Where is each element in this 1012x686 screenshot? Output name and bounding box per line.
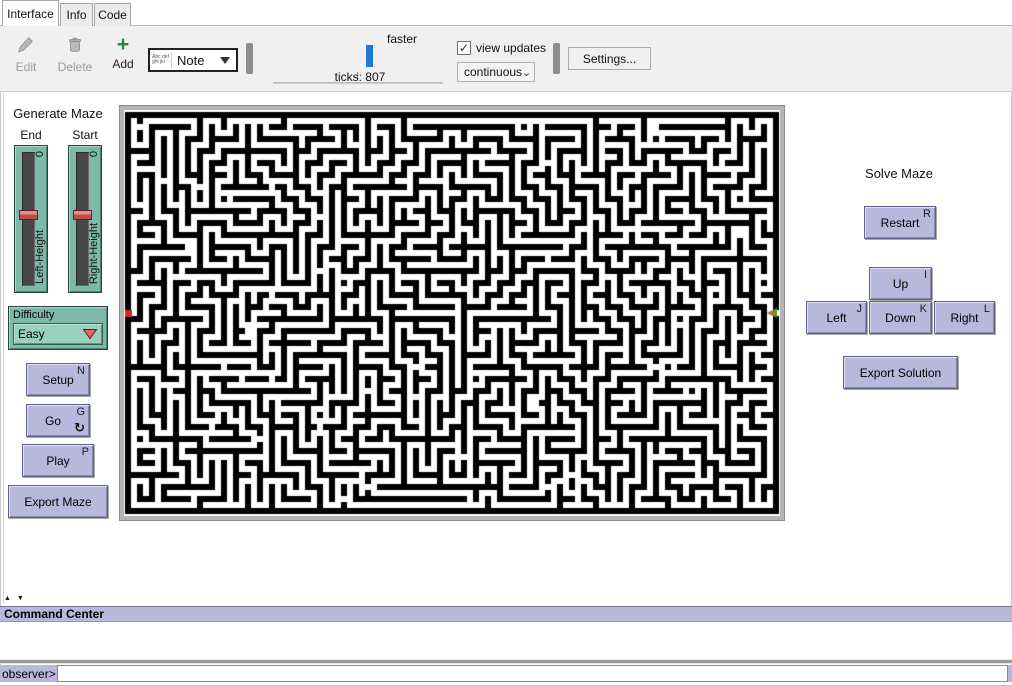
difficulty-label: Difficulty xyxy=(13,309,103,321)
difficulty-chooser[interactable]: Difficulty Easy xyxy=(8,306,108,350)
restart-button[interactable]: Restart R xyxy=(864,206,936,239)
netlogo-window: Interface Info Code Edit Delete + Add xyxy=(0,0,1012,686)
solve-maze-heading: Solve Maze xyxy=(849,166,949,181)
toolbar: Edit Delete + Add Abc def ghi jkl Note xyxy=(0,26,1012,92)
chooser-triangle-icon xyxy=(82,328,98,340)
export-solution-button[interactable]: Export Solution xyxy=(843,356,958,389)
export-solution-label: Export Solution xyxy=(860,366,941,380)
ticks-counter: ticks: 807 xyxy=(310,70,410,84)
left-label: Left xyxy=(826,311,846,325)
maze-canvas xyxy=(124,110,780,516)
export-maze-button[interactable]: Export Maze xyxy=(8,485,108,518)
restart-label: Restart xyxy=(881,216,920,230)
dropdown-arrow-icon xyxy=(220,57,230,64)
left-button[interactable]: Left J xyxy=(806,301,867,334)
view-updates-checkbox[interactable]: ✓ xyxy=(457,41,471,55)
play-button[interactable]: Play P xyxy=(22,444,94,477)
delete-button[interactable]: Delete xyxy=(53,36,97,74)
slider-handle[interactable] xyxy=(73,210,92,220)
go-button[interactable]: Go G ↻ xyxy=(26,404,90,437)
left-key: J xyxy=(857,303,863,315)
widget-type-dropdown[interactable]: Abc def ghi jkl Note xyxy=(148,48,238,72)
generate-maze-heading: Generate Maze xyxy=(8,106,108,121)
up-label: Up xyxy=(893,277,908,291)
check-icon: ✓ xyxy=(459,42,469,54)
setup-label: Setup xyxy=(42,373,73,387)
plus-icon: + xyxy=(117,36,129,54)
difficulty-value-box[interactable]: Easy xyxy=(13,323,103,345)
right-height-slider[interactable]: 0 Right-Height xyxy=(68,145,102,293)
update-mode-value: continuous xyxy=(464,65,522,79)
right-label: Right xyxy=(950,311,978,325)
add-button[interactable]: + Add xyxy=(108,36,138,71)
up-key: I xyxy=(924,269,927,281)
left-height-slider[interactable]: 0 Left-Height xyxy=(14,145,48,293)
interface-area-border xyxy=(3,92,4,604)
start-label: Start xyxy=(65,128,105,142)
command-center-splitter[interactable]: ▲ ▼ xyxy=(4,595,26,602)
settings-button[interactable]: Settings... xyxy=(568,47,651,70)
command-center-header[interactable]: Command Center xyxy=(0,606,1012,622)
command-center-title: Command Center xyxy=(4,607,104,621)
down-label: Down xyxy=(885,311,916,325)
tab-code[interactable]: Code xyxy=(94,3,131,26)
toolbar-separator-2 xyxy=(553,43,560,74)
slider-name: Left-Height xyxy=(34,230,46,284)
observer-prompt-label: observer> xyxy=(2,667,56,681)
forever-icon: ↻ xyxy=(74,421,85,434)
play-label: Play xyxy=(46,454,69,468)
settings-label: Settings... xyxy=(583,52,636,66)
update-mode-select[interactable]: continuous ⌄ xyxy=(457,62,535,82)
restart-key: R xyxy=(923,208,931,220)
view-updates-label: view updates xyxy=(476,41,546,55)
down-key: K xyxy=(920,303,927,315)
speed-faster-label: faster xyxy=(372,32,432,46)
slider-value: 0 xyxy=(34,151,46,157)
tab-bar: Interface Info Code xyxy=(0,0,1012,26)
toolbar-separator xyxy=(246,43,253,74)
go-label: Go xyxy=(45,414,61,428)
down-button[interactable]: Down K xyxy=(869,301,932,334)
widget-type-value: Note xyxy=(172,53,220,68)
tab-interface[interactable]: Interface xyxy=(2,0,59,26)
command-center-divider[interactable] xyxy=(0,659,1012,664)
up-button[interactable]: Up I xyxy=(869,267,932,300)
chevron-down-icon: ⌄ xyxy=(522,66,531,79)
slider-name: Right-Height xyxy=(88,223,100,284)
speed-slider-handle[interactable] xyxy=(366,45,373,67)
edit-button[interactable]: Edit xyxy=(8,36,44,74)
slider-handle[interactable] xyxy=(19,210,38,220)
widget-preview-icon: Abc def ghi jkl xyxy=(150,52,172,68)
pencil-icon xyxy=(17,36,35,57)
play-key: P xyxy=(82,446,89,458)
right-key: L xyxy=(984,303,990,315)
world-view[interactable] xyxy=(120,106,784,520)
slider-value: 0 xyxy=(88,151,100,157)
export-maze-label: Export Maze xyxy=(24,495,91,509)
tab-info[interactable]: Info xyxy=(60,3,93,26)
setup-key: N xyxy=(77,365,85,377)
setup-button[interactable]: Setup N xyxy=(26,363,90,396)
difficulty-value: Easy xyxy=(18,327,45,341)
window-bottom-strip xyxy=(0,682,1012,686)
command-center-output[interactable] xyxy=(0,622,1012,659)
go-key: G xyxy=(76,406,85,418)
edit-label: Edit xyxy=(16,60,37,74)
command-input[interactable] xyxy=(57,665,1008,682)
trash-icon xyxy=(66,36,84,57)
end-label: End xyxy=(11,128,51,142)
add-label: Add xyxy=(112,57,133,71)
delete-label: Delete xyxy=(58,60,93,74)
right-button[interactable]: Right L xyxy=(934,301,995,334)
